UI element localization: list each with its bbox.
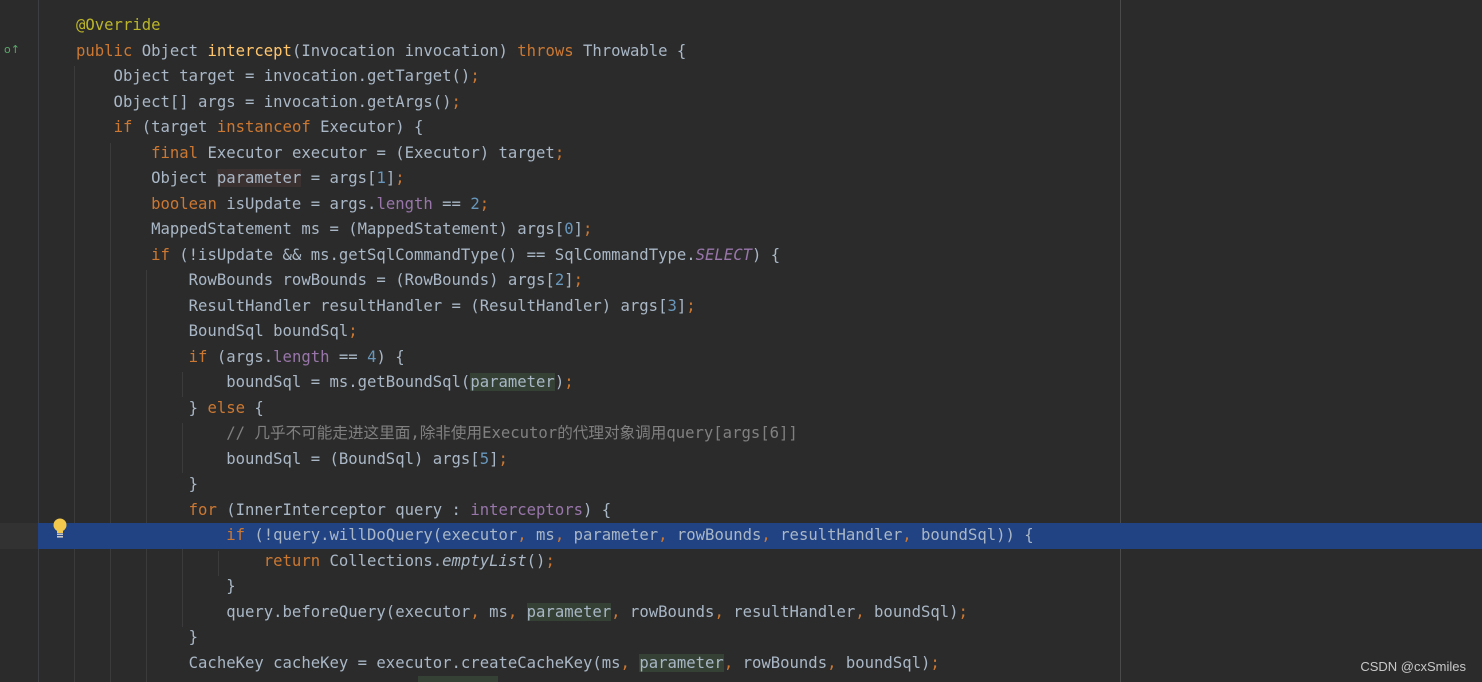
code-line[interactable]: for (InnerInterceptor query : intercepto… bbox=[0, 498, 1482, 524]
code-comment: // 几乎不可能走进这里面,除非使用Executor的代理对象调用query[a… bbox=[226, 424, 798, 442]
code-line[interactable]: query.beforeQuery(executor, ms, paramete… bbox=[0, 600, 1482, 626]
current-line[interactable]: if (!query.willDoQuery(executor, ms, par… bbox=[0, 523, 1482, 549]
code-line[interactable]: } bbox=[0, 574, 1482, 600]
code-line[interactable]: if (target instanceof Executor) { bbox=[0, 115, 1482, 141]
code-line[interactable]: Object target = invocation.getTarget(); bbox=[0, 64, 1482, 90]
code-line[interactable]: MappedStatement ms = (MappedStatement) a… bbox=[0, 217, 1482, 243]
annotation: @Override bbox=[76, 16, 161, 34]
code-line[interactable]: BoundSql boundSql; bbox=[0, 319, 1482, 345]
code-line[interactable]: } bbox=[0, 472, 1482, 498]
code-line[interactable]: public Object intercept(Invocation invoc… bbox=[0, 39, 1482, 65]
code-line[interactable]: Object parameter = args[1]; bbox=[0, 166, 1482, 192]
code-line[interactable]: final Executor executor = (Executor) tar… bbox=[0, 141, 1482, 167]
code-line[interactable]: boundSql = (BoundSql) args[5]; bbox=[0, 447, 1482, 473]
code-line[interactable]: if (!isUpdate && ms.getSqlCommandType() … bbox=[0, 243, 1482, 269]
code-line[interactable]: // 几乎不可能走进这里面,除非使用Executor的代理对象调用query[a… bbox=[0, 421, 1482, 447]
code-line[interactable]: @Override bbox=[0, 13, 1482, 39]
partial-highlight bbox=[418, 676, 498, 682]
code-line[interactable]: RowBounds rowBounds = (RowBounds) args[2… bbox=[0, 268, 1482, 294]
code-editor[interactable]: o↑ @Override public Object intercept(Inv… bbox=[0, 0, 1482, 682]
code-line[interactable]: if (args.length == 4) { bbox=[0, 345, 1482, 371]
lightbulb-icon[interactable] bbox=[52, 518, 68, 540]
code-line[interactable]: ResultHandler resultHandler = (ResultHan… bbox=[0, 294, 1482, 320]
code-line[interactable]: } bbox=[0, 625, 1482, 651]
code-line[interactable]: boundSql = ms.getBoundSql(parameter); bbox=[0, 370, 1482, 396]
code-line[interactable]: } else { bbox=[0, 396, 1482, 422]
code-line[interactable]: return Collections.emptyList(); bbox=[0, 549, 1482, 575]
code-line[interactable]: boolean isUpdate = args.length == 2; bbox=[0, 192, 1482, 218]
code-line[interactable]: Object[] args = invocation.getArgs(); bbox=[0, 90, 1482, 116]
code-line[interactable]: CacheKey cacheKey = executor.createCache… bbox=[0, 651, 1482, 677]
watermark: CSDN @cxSmiles bbox=[1360, 659, 1466, 674]
